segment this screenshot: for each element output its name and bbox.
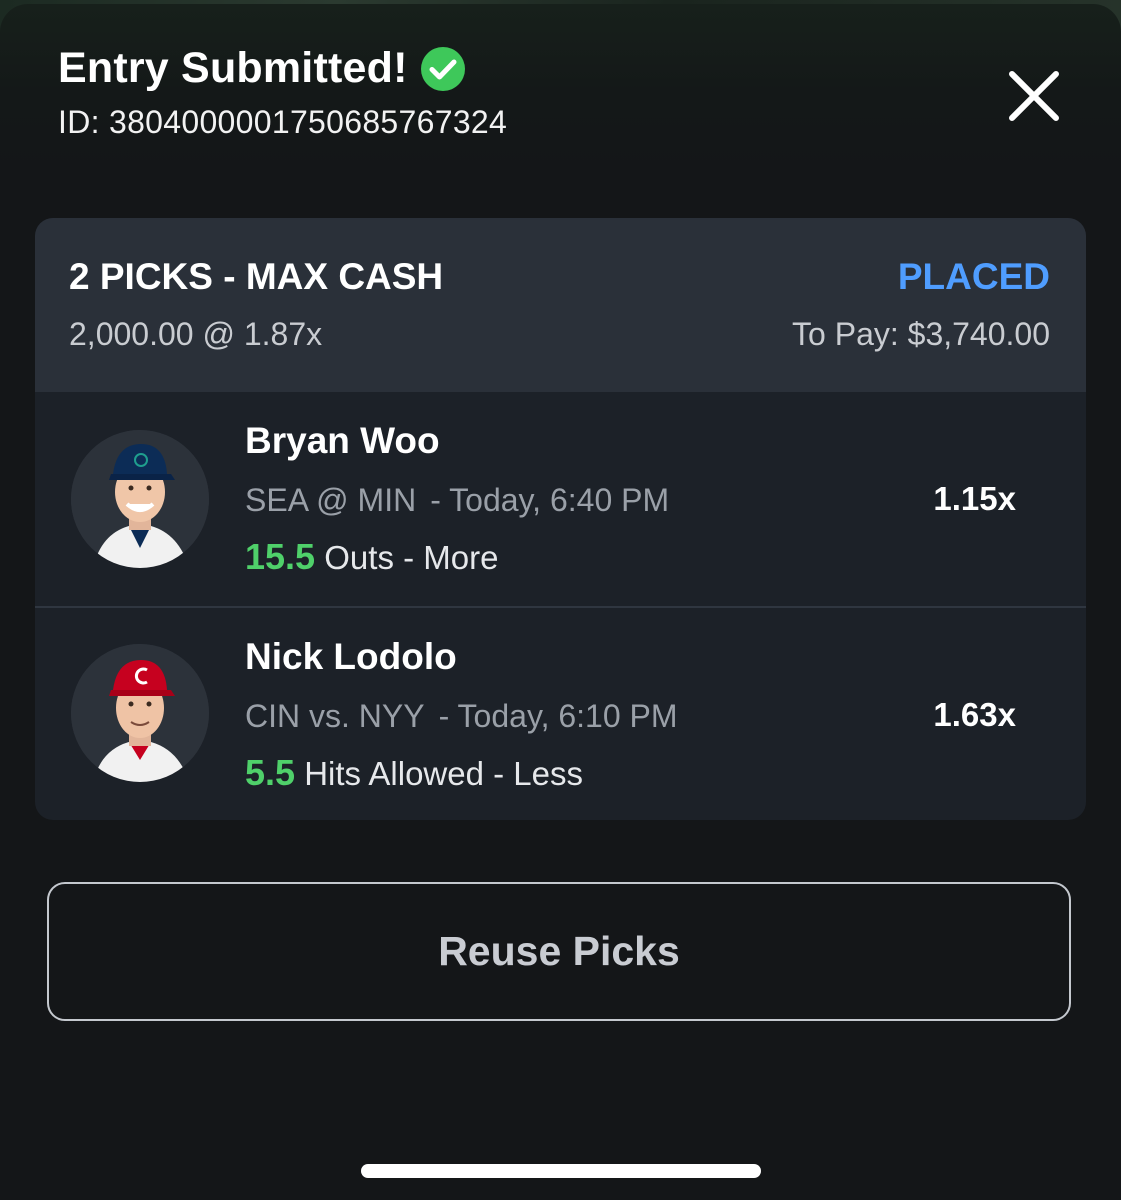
entry-card-header: 2 PICKS - MAX CASH PLACED 2,000.00 @ 1.8… (35, 218, 1086, 392)
entry-confirmation-sheet: Entry Submitted! ID: 3804000001750685767… (0, 4, 1121, 1200)
close-button[interactable] (1000, 62, 1068, 130)
line-value: 5.5 (245, 752, 296, 793)
entry-stake: 2,000.00 @ 1.87x (69, 316, 323, 352)
pick-multiplier: 1.15x (933, 480, 1016, 517)
header-title: Entry Submitted! (58, 44, 466, 93)
entry-payout: To Pay: $3,740.00 (792, 316, 1050, 352)
player-name: Nick Lodolo (245, 636, 457, 677)
player-name: Bryan Woo (245, 420, 440, 461)
pick-row[interactable]: Bryan Woo SEA @ MIN - Today, 6:40 PM 15.5… (35, 392, 1086, 606)
matchup: SEA @ MIN (245, 482, 417, 518)
home-indicator[interactable] (361, 1164, 761, 1178)
game-time: - Today, 6:10 PM (438, 698, 678, 734)
player-avatar (71, 644, 209, 782)
entry-type-label: 2 PICKS - MAX CASH (69, 256, 444, 297)
entry-id: ID: 3804000001750685767324 (58, 104, 508, 140)
pick-row[interactable]: Nick Lodolo CIN vs. NYY - Today, 6:10 PM … (35, 608, 1086, 820)
player-avatar (71, 430, 209, 568)
entry-card: 2 PICKS - MAX CASH PLACED 2,000.00 @ 1.8… (35, 218, 1086, 820)
status-badge: PLACED (897, 256, 1050, 297)
player-headshot-icon (71, 430, 209, 568)
check-circle-icon (420, 46, 466, 92)
pick-multiplier: 1.63x (933, 696, 1016, 733)
reuse-picks-button[interactable]: Reuse Picks (47, 882, 1071, 1021)
matchup: CIN vs. NYY (245, 698, 425, 734)
prop-line: 15.5 Outs - More (245, 536, 498, 578)
page-title: Entry Submitted! (58, 44, 408, 92)
line-value: 15.5 (245, 536, 316, 577)
prop-line: 5.5 Hits Allowed - Less (245, 752, 583, 794)
reuse-picks-label: Reuse Picks (438, 928, 680, 974)
game-time: - Today, 6:40 PM (430, 482, 670, 518)
game-info: SEA @ MIN - Today, 6:40 PM (245, 482, 669, 519)
game-info: CIN vs. NYY - Today, 6:10 PM (245, 698, 678, 735)
player-headshot-icon (71, 644, 209, 782)
stat-text: Hits Allowed - Less (304, 755, 583, 792)
close-icon (1009, 71, 1059, 121)
stat-text: Outs - More (324, 539, 499, 576)
